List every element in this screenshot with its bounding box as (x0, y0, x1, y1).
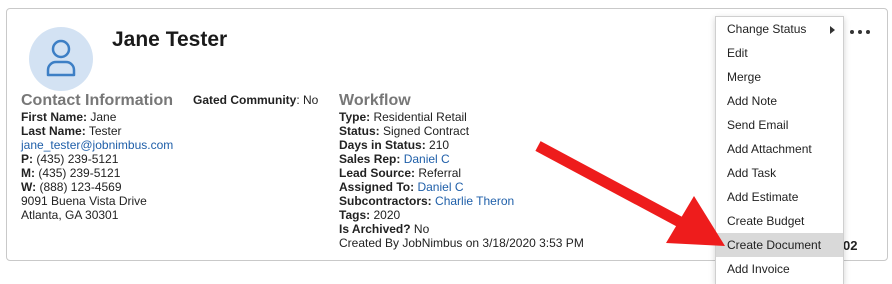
last-name-label: Last Name: (21, 124, 86, 138)
tags-row: Tags: 2020 (339, 208, 584, 222)
lead-source-label: Lead Source: (339, 166, 416, 180)
caret-right-icon (830, 26, 835, 34)
sales-rep-label: Sales Rep: (339, 152, 401, 166)
contact-detail-view: Jane Tester Contact Information First Na… (0, 0, 892, 284)
is-archived-value: No (413, 222, 430, 236)
is-archived-label: Is Archived? (339, 222, 411, 236)
menu-item-add-invoice[interactable]: Add Invoice (716, 257, 843, 281)
lead-source-value: Referral (418, 166, 462, 180)
menu-item-create-budget[interactable]: Create Budget (716, 209, 843, 233)
gated-community: Gated Community: No (193, 93, 318, 107)
status-row: Status: Signed Contract (339, 124, 584, 138)
first-name-row: First Name: Jane (21, 110, 173, 124)
last-name-value: Tester (88, 124, 122, 138)
email-link[interactable]: jane_tester@jobnimbus.com (21, 138, 173, 152)
address-line1: 9091 Buena Vista Drive (21, 194, 147, 208)
last-name-row: Last Name: Tester (21, 124, 173, 138)
menu-item-send-email[interactable]: Send Email (716, 113, 843, 137)
menu-item-change-status[interactable]: Change Status (716, 17, 843, 41)
status-value: Signed Contract (383, 124, 470, 138)
days-in-status-value: 210 (429, 138, 450, 152)
lead-source-row: Lead Source: Referral (339, 166, 584, 180)
menu-item-label: Change Status (727, 22, 807, 36)
first-name-value: Jane (90, 110, 117, 124)
subcontractors-link[interactable]: Charlie Theron (435, 194, 514, 208)
phone-w-label: W: (21, 180, 37, 194)
workflow-block: Type: Residential Retail Status: Signed … (339, 110, 584, 250)
menu-item-create-document[interactable]: Create Document (716, 233, 843, 257)
assigned-to-row: Assigned To: Daniel C (339, 180, 584, 194)
subcontractors-row: Subcontractors: Charlie Theron (339, 194, 584, 208)
sales-rep-row: Sales Rep: Daniel C (339, 152, 584, 166)
status-label: Status: (339, 124, 380, 138)
gated-community-label: Gated Community (193, 93, 297, 107)
phone-m-label: M: (21, 166, 35, 180)
partial-text: 02 (843, 238, 858, 253)
more-horizontal-icon[interactable] (850, 27, 870, 37)
menu-item-add-attachment[interactable]: Add Attachment (716, 137, 843, 161)
avatar (29, 27, 93, 91)
user-icon (46, 39, 76, 77)
actions-menu: Change Status Edit Merge Add Note Send E… (715, 16, 844, 284)
phone-m-value: (435) 239-5121 (38, 166, 121, 180)
phone-w-row: W: (888) 123-4569 (21, 180, 173, 194)
assigned-to-label: Assigned To: (339, 180, 415, 194)
sales-rep-link[interactable]: Daniel C (404, 152, 450, 166)
is-archived-row: Is Archived? No (339, 222, 584, 236)
subcontractors-label: Subcontractors: (339, 194, 432, 208)
phone-m-row: M: (435) 239-5121 (21, 166, 173, 180)
workflow-heading: Workflow (339, 92, 411, 109)
assigned-to-link[interactable]: Daniel C (417, 180, 463, 194)
type-value: Residential Retail (373, 110, 467, 124)
days-in-status-label: Days in Status: (339, 138, 426, 152)
contact-info-block: First Name: Jane Last Name: Tester jane_… (21, 110, 173, 222)
email-row: jane_tester@jobnimbus.com (21, 138, 173, 152)
type-label: Type: (339, 110, 371, 124)
days-in-status-row: Days in Status: 210 (339, 138, 584, 152)
first-name-label: First Name: (21, 110, 88, 124)
tags-value: 2020 (373, 208, 401, 222)
type-row: Type: Residential Retail (339, 110, 584, 124)
menu-item-add-estimate[interactable]: Add Estimate (716, 185, 843, 209)
address-line2: Atlanta, GA 30301 (21, 208, 119, 222)
phone-p-row: P: (435) 239-5121 (21, 152, 173, 166)
phone-p-label: P: (21, 152, 33, 166)
menu-item-merge[interactable]: Merge (716, 65, 843, 89)
phone-w-value: (888) 123-4569 (39, 180, 122, 194)
menu-item-add-note[interactable]: Add Note (716, 89, 843, 113)
created-by: Created By JobNimbus on 3/18/2020 3:53 P… (339, 236, 584, 250)
menu-item-add-task[interactable]: Add Task (716, 161, 843, 185)
tags-label: Tags: (339, 208, 371, 222)
contact-name: Jane Tester (112, 28, 228, 51)
gated-community-value: : No (296, 93, 319, 107)
contact-info-heading: Contact Information (21, 92, 173, 109)
menu-item-edit[interactable]: Edit (716, 41, 843, 65)
phone-p-value: (435) 239-5121 (36, 152, 119, 166)
